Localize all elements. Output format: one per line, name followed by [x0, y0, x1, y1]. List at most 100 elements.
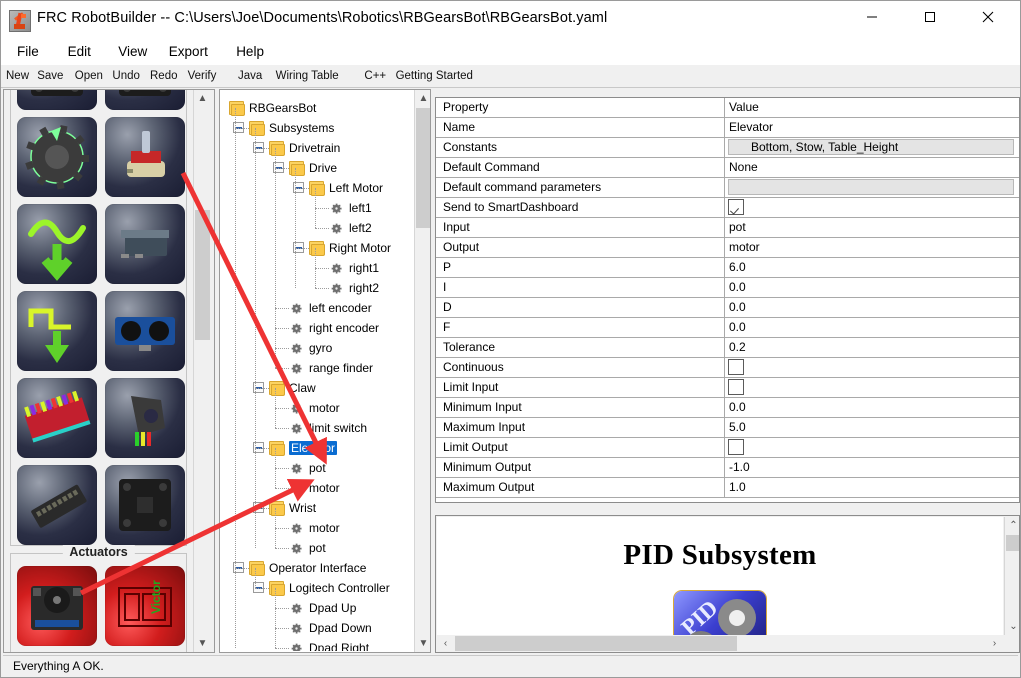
palette-tile-encoder[interactable]	[105, 378, 185, 458]
property-row[interactable]: Limit Input	[436, 378, 1019, 398]
property-value-cell[interactable]: Bottom, Stow, Table_Height	[726, 138, 1019, 157]
tree-item[interactable]: range finder	[221, 358, 414, 378]
tree-item[interactable]: Drive	[221, 158, 414, 178]
tree-item[interactable]: left2	[221, 218, 414, 238]
property-checkbox[interactable]	[728, 379, 744, 395]
menu-item-edit[interactable]: Edit	[60, 42, 99, 62]
close-button[interactable]	[965, 1, 1011, 32]
property-value-cell[interactable]: 0.0	[726, 398, 1019, 417]
tree-item[interactable]: Dpad Down	[221, 618, 414, 638]
help-vscroll-thumb[interactable]	[1006, 535, 1020, 551]
property-row[interactable]: D0.0	[436, 298, 1019, 318]
help-vscrollbar[interactable]: ⌃ ⌄	[1004, 517, 1020, 635]
tree-scrollbar[interactable]: ▲ ▼	[414, 90, 431, 652]
property-row[interactable]: Continuous	[436, 358, 1019, 378]
property-combo-field[interactable]	[728, 179, 1014, 195]
property-value-cell[interactable]: 1.0	[726, 478, 1019, 497]
tree-scroll-up-icon[interactable]: ▲	[415, 90, 431, 107]
help-scroll-up-icon[interactable]: ⌃	[1005, 517, 1020, 534]
tree-item[interactable]: limit switch	[221, 418, 414, 438]
property-row[interactable]: I0.0	[436, 278, 1019, 298]
property-checkbox[interactable]	[728, 439, 744, 455]
tree-item[interactable]: Claw	[221, 378, 414, 398]
property-row[interactable]: Default command parameters	[436, 178, 1019, 198]
maximize-button[interactable]	[907, 1, 953, 32]
toolbar-redo[interactable]: Redo	[150, 68, 178, 84]
tree-item[interactable]: right2	[221, 278, 414, 298]
tree-item[interactable]: pot	[221, 458, 414, 478]
palette-tile-analog-input[interactable]	[17, 204, 97, 284]
toolbar-open[interactable]: Open	[75, 68, 103, 84]
tree-item[interactable]: Wrist	[221, 498, 414, 518]
property-row[interactable]: ConstantsBottom, Stow, Table_Height	[436, 138, 1019, 158]
property-row[interactable]: Minimum Output-1.0	[436, 458, 1019, 478]
property-row[interactable]: F0.0	[436, 318, 1019, 338]
property-value-cell[interactable]: 0.2	[726, 338, 1019, 357]
tree-item[interactable]: Drivetrain	[221, 138, 414, 158]
tree-item[interactable]: Logitech Controller	[221, 578, 414, 598]
help-hscroll-thumb[interactable]	[455, 636, 737, 651]
tree-item[interactable]: motor	[221, 398, 414, 418]
tree-item[interactable]: Left Motor	[221, 178, 414, 198]
tree-item[interactable]: Operator Interface	[221, 558, 414, 578]
tree-item[interactable]: right encoder	[221, 318, 414, 338]
palette-scroll-down-icon[interactable]: ▼	[194, 635, 211, 652]
palette-tile-digital-input[interactable]	[17, 291, 97, 371]
tree-scroll-down-icon[interactable]: ▼	[415, 635, 431, 652]
property-value-cell[interactable]	[726, 438, 1019, 457]
tree-item[interactable]: motor	[221, 518, 414, 538]
property-value-cell[interactable]	[726, 378, 1019, 397]
tree-item[interactable]: RBGearsBot	[221, 98, 414, 118]
tree-item[interactable]: right1	[221, 258, 414, 278]
help-scroll-down-icon[interactable]: ⌄	[1005, 618, 1020, 635]
tree-item[interactable]: pot	[221, 538, 414, 558]
property-value-cell[interactable]: None	[726, 158, 1019, 177]
tree-item[interactable]: Dpad Up	[221, 598, 414, 618]
property-row[interactable]: Send to SmartDashboard	[436, 198, 1019, 218]
palette-tile-navx-board[interactable]	[17, 465, 97, 545]
menu-item-file[interactable]: File	[9, 42, 47, 62]
tree-item[interactable]: left1	[221, 198, 414, 218]
property-row[interactable]: Limit Output	[436, 438, 1019, 458]
palette-tile-pcb-board[interactable]	[105, 465, 185, 545]
property-row[interactable]: NameElevator	[436, 118, 1019, 138]
toolbar-getting-started[interactable]: Getting Started	[396, 68, 473, 84]
property-value-cell[interactable]: 5.0	[726, 418, 1019, 437]
property-value-cell[interactable]: 6.0	[726, 258, 1019, 277]
palette-scroll-up-icon[interactable]: ▲	[194, 90, 211, 107]
palette-tile-ultrasonic-rangefinder[interactable]	[105, 291, 185, 371]
minimize-button[interactable]	[849, 1, 895, 32]
tree-item[interactable]: Subsystems	[221, 118, 414, 138]
menu-item-view[interactable]: View	[110, 42, 155, 62]
property-value-cell[interactable]	[726, 358, 1019, 377]
help-scroll-right-icon[interactable]: ›	[986, 635, 1003, 652]
property-value-cell[interactable]: Elevator	[726, 118, 1019, 137]
palette-tile-analog-board[interactable]	[17, 378, 97, 458]
palette-tile-victor-controller[interactable]: Victor	[105, 566, 185, 646]
property-checkbox[interactable]	[728, 199, 744, 215]
property-checkbox[interactable]	[728, 359, 744, 375]
property-value-cell[interactable]	[726, 178, 1019, 197]
palette-scroll-thumb[interactable]	[195, 210, 210, 340]
property-row[interactable]: P6.0	[436, 258, 1019, 278]
property-row[interactable]: Maximum Output1.0	[436, 478, 1019, 498]
property-value-cell[interactable]: 0.0	[726, 298, 1019, 317]
property-row[interactable]: Inputpot	[436, 218, 1019, 238]
tree-item[interactable]: Right Motor	[221, 238, 414, 258]
property-row[interactable]: Outputmotor	[436, 238, 1019, 258]
property-row[interactable]: Default CommandNone	[436, 158, 1019, 178]
help-scroll-left-icon[interactable]: ‹	[437, 635, 454, 652]
palette-tile-palette-tile[interactable]	[105, 90, 185, 110]
toolbar-save[interactable]: Save	[37, 68, 63, 84]
property-value-cell[interactable]: motor	[726, 238, 1019, 257]
property-row[interactable]: Tolerance0.2	[436, 338, 1019, 358]
palette-scrollbar[interactable]: ▲ ▼	[193, 90, 211, 652]
toolbar-c-[interactable]: C++	[364, 68, 386, 84]
property-value-cell[interactable]: -1.0	[726, 458, 1019, 477]
property-row[interactable]: Minimum Input0.0	[436, 398, 1019, 418]
toolbar-java[interactable]: Java	[238, 68, 262, 84]
toolbar-new[interactable]: New	[6, 68, 29, 84]
palette-tile-limit-switch[interactable]	[105, 204, 185, 284]
tree-item[interactable]: Dpad Right	[221, 638, 414, 651]
toolbar-wiring-table[interactable]: Wiring Table	[276, 68, 339, 84]
